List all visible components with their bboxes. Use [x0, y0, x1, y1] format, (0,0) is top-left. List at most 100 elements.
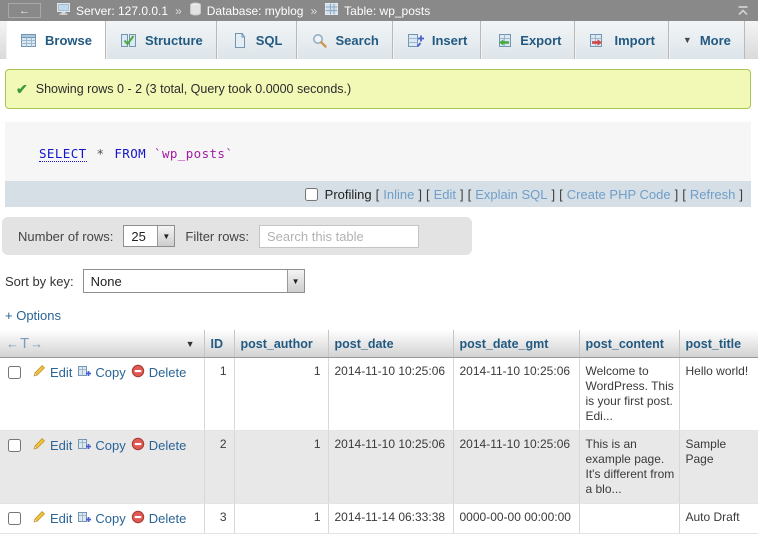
table-row: Edit Copy Delete 2 1 2014-11-10 10:25:06… — [0, 431, 758, 504]
cell-post-author: 1 — [234, 358, 328, 431]
cell-post-title: Hello world! — [679, 358, 758, 431]
cell-id: 1 — [204, 358, 234, 431]
column-header-post-date[interactable]: post_date — [328, 330, 453, 358]
cell-post-date-gmt: 2014-11-10 10:25:06 — [453, 431, 579, 504]
cell-post-title: Sample Page — [679, 431, 758, 504]
cell-post-title: Auto Draft — [679, 504, 758, 534]
tab-label: Browse — [45, 33, 92, 48]
tab-export[interactable]: Export — [481, 21, 575, 59]
sql-keyword-select: SELECT — [39, 146, 87, 162]
pencil-icon — [32, 510, 46, 527]
breadcrumb-table[interactable]: Table: wp_posts — [344, 4, 430, 18]
tab-label: Import — [614, 33, 654, 48]
column-header-post-content[interactable]: post_content — [579, 330, 679, 358]
row-checkbox[interactable] — [8, 366, 21, 379]
bracket: ] — [460, 187, 464, 202]
options-toggle[interactable]: + Options — [5, 308, 61, 323]
filter-rows-label: Filter rows: — [185, 229, 249, 244]
tab-import[interactable]: Import — [575, 21, 668, 59]
table-icon — [324, 2, 339, 19]
cell-post-date: 2014-11-10 10:25:06 — [328, 358, 453, 431]
sql-keyword-from: FROM — [114, 146, 146, 161]
column-header-post-author[interactable]: post_author — [234, 330, 328, 358]
back-button[interactable]: ← — [8, 3, 41, 18]
row-checkbox[interactable] — [8, 512, 21, 525]
create-php-code-link[interactable]: Create PHP Code — [567, 187, 671, 202]
dropdown-arrow-icon: ▼ — [157, 226, 174, 246]
rows-control-bar: Number of rows: 25 ▼ Filter rows: — [2, 217, 472, 255]
cell-id: 2 — [204, 431, 234, 504]
delete-action[interactable]: Delete — [131, 510, 187, 527]
explain-sql-link[interactable]: Explain SQL — [475, 187, 547, 202]
import-icon — [589, 32, 606, 49]
breadcrumb-server[interactable]: Server: 127.0.0.1 — [76, 4, 168, 18]
title-bar: ← Server: 127.0.0.1 » Database: myblog »… — [0, 0, 758, 21]
bracket: ] — [552, 187, 556, 202]
column-header-id[interactable]: ID — [204, 330, 234, 358]
sort-control-row: Sort by key: None ▼ — [5, 269, 758, 293]
cell-post-date: 2014-11-14 06:33:38 — [328, 504, 453, 534]
cell-post-author: 1 — [234, 504, 328, 534]
sql-query-text: SELECT * FROM `wp_posts` — [5, 122, 751, 181]
profiling-checkbox[interactable] — [305, 188, 318, 201]
cell-post-content: This is an example page. It's different … — [579, 431, 679, 504]
copy-icon — [77, 510, 91, 527]
edit-action[interactable]: Edit — [32, 364, 72, 381]
tab-search[interactable]: Search — [297, 21, 393, 59]
bracket: [ — [559, 187, 563, 202]
sort-by-key-select[interactable]: None ▼ — [83, 269, 305, 293]
result-message: ✔ Showing rows 0 - 2 (3 total, Query too… — [5, 69, 751, 109]
edit-action[interactable]: Edit — [32, 510, 72, 527]
copy-icon — [77, 364, 91, 381]
row-checkbox[interactable] — [8, 439, 21, 452]
collapse-panel-icon[interactable] — [736, 4, 750, 18]
sort-descending-icon[interactable]: ▼ — [186, 339, 195, 349]
cell-post-author: 1 — [234, 431, 328, 504]
column-header-post-title[interactable]: post_title — [679, 330, 758, 358]
search-icon — [311, 32, 328, 49]
column-order-marker[interactable]: ←T→ — [6, 336, 43, 351]
filter-rows-input[interactable] — [259, 225, 419, 248]
bracket: ] — [418, 187, 422, 202]
tab-browse[interactable]: Browse — [6, 21, 106, 59]
column-header-post-date-gmt[interactable]: post_date_gmt — [453, 330, 579, 358]
tab-sql[interactable]: SQL — [217, 21, 297, 59]
refresh-link[interactable]: Refresh — [690, 187, 736, 202]
database-icon — [189, 2, 202, 19]
copy-action[interactable]: Copy — [77, 364, 125, 381]
edit-query-link[interactable]: Edit — [434, 187, 456, 202]
table-row: Edit Copy Delete 3 1 2014-11-14 06:33:38… — [0, 504, 758, 534]
bracket: ] — [675, 187, 679, 202]
delete-icon — [131, 364, 145, 381]
tab-label: More — [700, 33, 731, 48]
sql-query-box: SELECT * FROM `wp_posts` Profiling [ Inl… — [5, 122, 751, 207]
bracket: [ — [682, 187, 686, 202]
table-row: Edit Copy Delete 1 1 2014-11-10 10:25:06… — [0, 358, 758, 431]
back-arrow-icon: ← — [19, 5, 30, 17]
tab-more[interactable]: ▼ More — [669, 21, 745, 59]
breadcrumb-separator: » — [310, 4, 317, 18]
breadcrumb-separator: » — [175, 4, 182, 18]
server-icon — [56, 2, 71, 19]
cell-post-date-gmt: 2014-11-10 10:25:06 — [453, 358, 579, 431]
number-of-rows-select[interactable]: 25 ▼ — [123, 225, 175, 247]
sql-table-identifier: `wp_posts` — [154, 146, 233, 161]
delete-action[interactable]: Delete — [131, 364, 187, 381]
sql-icon — [231, 32, 248, 49]
sort-by-key-value: None — [84, 270, 287, 292]
success-check-icon: ✔ — [16, 83, 28, 95]
results-table: ←T→ ▼ ID post_author post_date post_date… — [0, 330, 758, 534]
delete-action[interactable]: Delete — [131, 437, 187, 454]
number-of-rows-value: 25 — [124, 226, 157, 246]
tab-insert[interactable]: Insert — [393, 21, 481, 59]
cell-post-date: 2014-11-10 10:25:06 — [328, 431, 453, 504]
tab-structure[interactable]: Structure — [106, 21, 217, 59]
breadcrumb-database[interactable]: Database: myblog — [207, 4, 304, 18]
edit-action[interactable]: Edit — [32, 437, 72, 454]
copy-action[interactable]: Copy — [77, 437, 125, 454]
copy-action[interactable]: Copy — [77, 510, 125, 527]
profiling-label: Profiling — [325, 187, 372, 202]
copy-icon — [77, 437, 91, 454]
inline-link[interactable]: Inline — [383, 187, 414, 202]
chevron-down-icon: ▼ — [683, 35, 692, 45]
